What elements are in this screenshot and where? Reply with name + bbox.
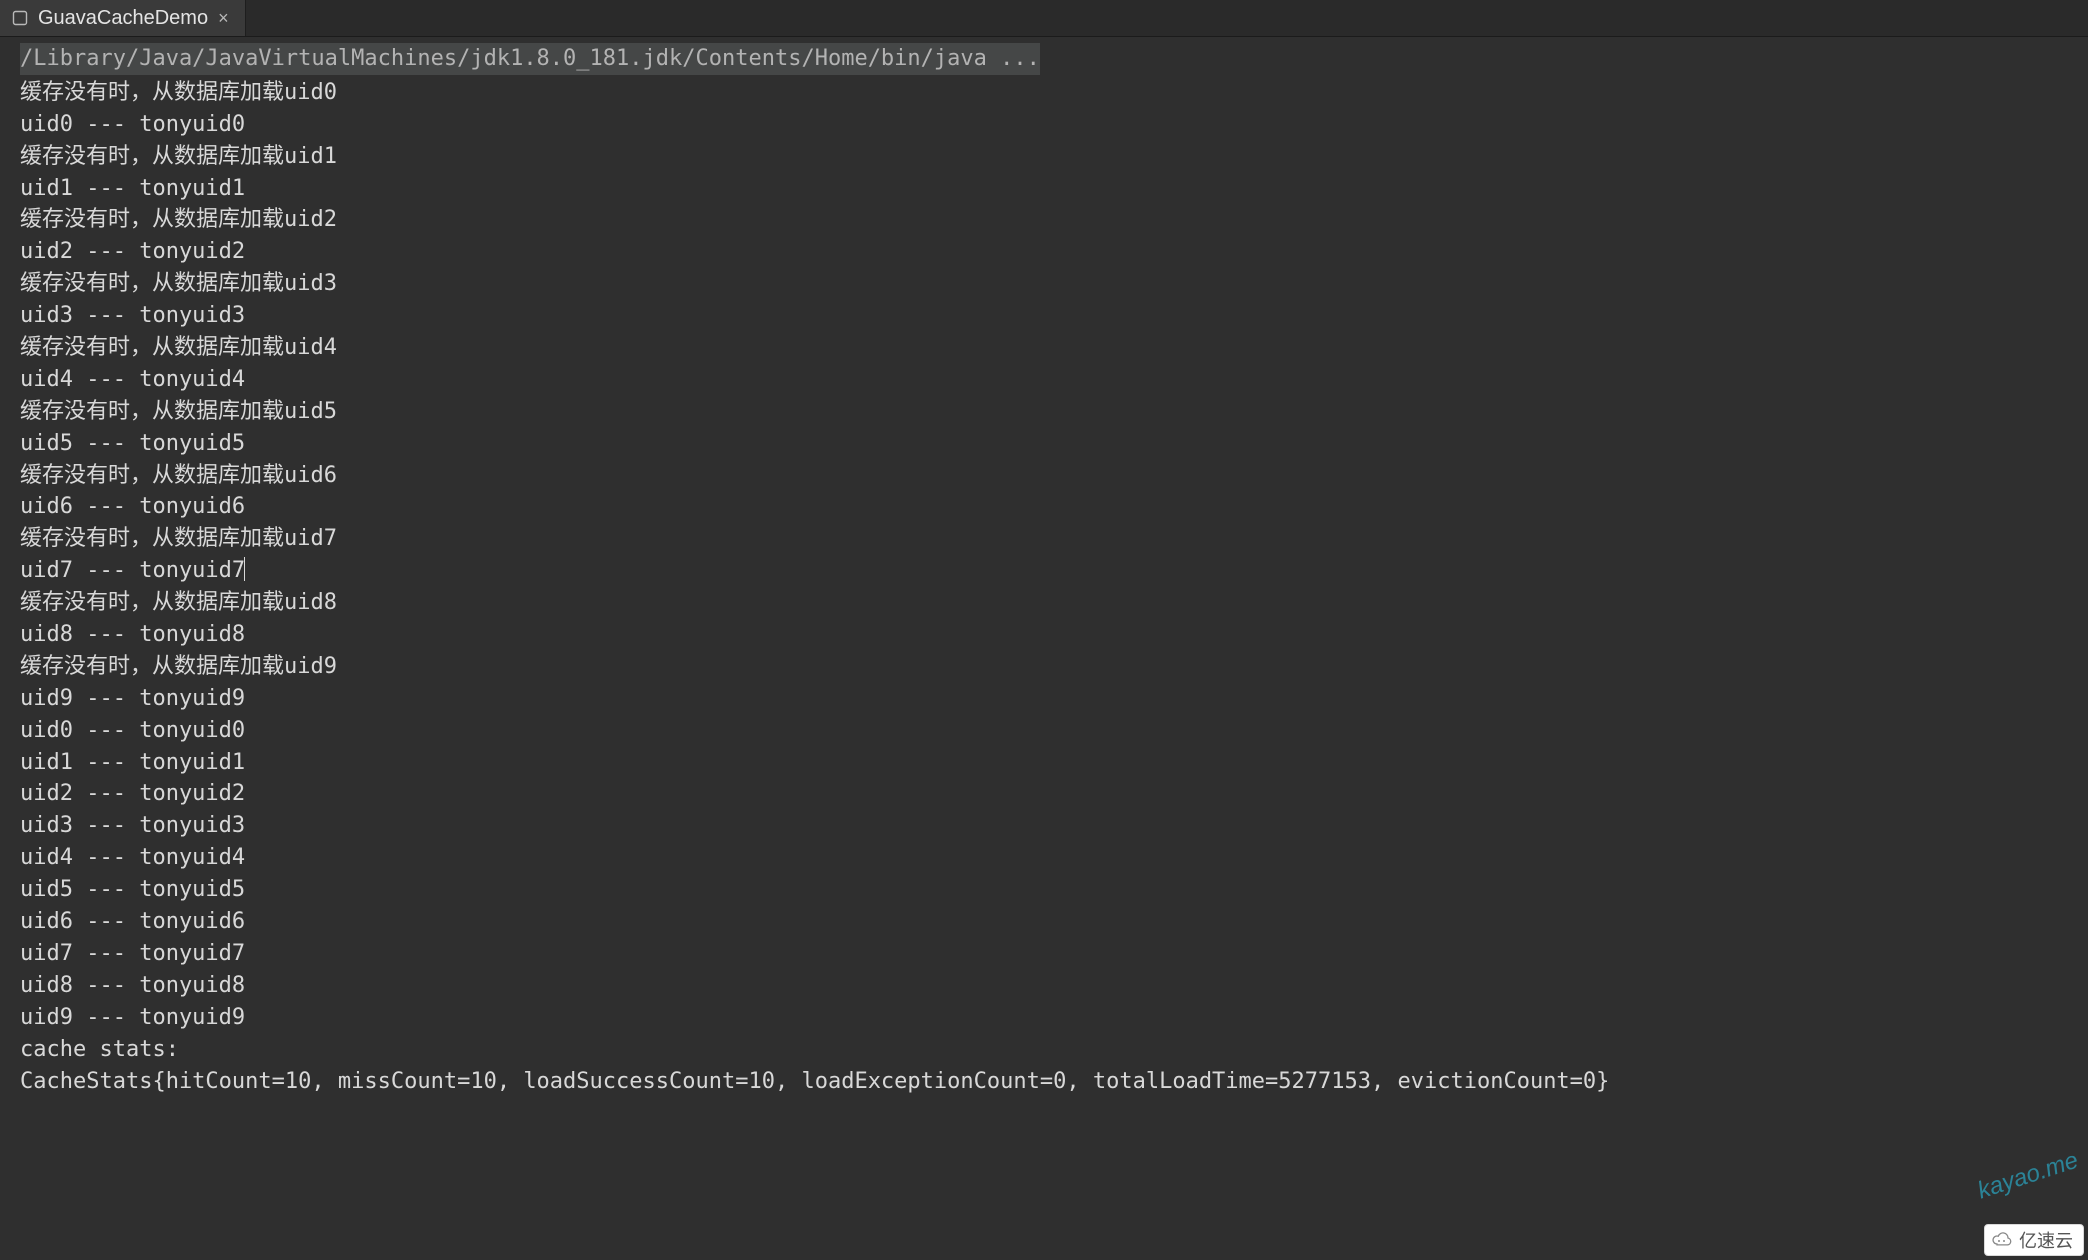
console-line: CacheStats{hitCount=10, missCount=10, lo… xyxy=(0,1066,2088,1098)
watermark-text: kayao.me xyxy=(1974,1147,2082,1206)
console-line: uid4 --- tonyuid4 xyxy=(0,842,2088,874)
console-line: uid5 --- tonyuid5 xyxy=(0,874,2088,906)
console-line: uid8 --- tonyuid8 xyxy=(0,970,2088,1002)
console-line: uid9 --- tonyuid9 xyxy=(0,1002,2088,1034)
brand-text: 亿速云 xyxy=(2019,1227,2073,1253)
brand-badge: 亿速云 xyxy=(1984,1224,2084,1256)
console-line: uid8 --- tonyuid8 xyxy=(0,619,2088,651)
cloud-icon xyxy=(1991,1232,2013,1248)
console-line: 缓存没有时，从数据库加载uid9 xyxy=(0,651,2088,683)
console-line: cache stats: xyxy=(0,1034,2088,1066)
tab-guavacachedemo[interactable]: GuavaCacheDemo × xyxy=(0,0,246,36)
console-line: uid2 --- tonyuid2 xyxy=(0,236,2088,268)
run-config-icon xyxy=(12,10,28,26)
tab-close-button[interactable]: × xyxy=(218,9,229,27)
console-line: 缓存没有时，从数据库加载uid4 xyxy=(0,332,2088,364)
console-line: 缓存没有时，从数据库加载uid1 xyxy=(0,141,2088,173)
console-line: 缓存没有时，从数据库加载uid7 xyxy=(0,523,2088,555)
console-line: uid7 --- tonyuid7 xyxy=(0,938,2088,970)
console-line: uid1 --- tonyuid1 xyxy=(0,747,2088,779)
console-line: uid5 --- tonyuid5 xyxy=(0,428,2088,460)
console-line: uid0 --- tonyuid0 xyxy=(0,109,2088,141)
console-line: uid0 --- tonyuid0 xyxy=(0,715,2088,747)
console-line: uid3 --- tonyuid3 xyxy=(0,810,2088,842)
console-line: uid6 --- tonyuid6 xyxy=(0,491,2088,523)
console-line: 缓存没有时，从数据库加载uid5 xyxy=(0,396,2088,428)
console-line: uid3 --- tonyuid3 xyxy=(0,300,2088,332)
command-text: /Library/Java/JavaVirtualMachines/jdk1.8… xyxy=(20,43,1040,75)
console-line: 缓存没有时，从数据库加载uid2 xyxy=(0,204,2088,236)
console-line: 缓存没有时，从数据库加载uid8 xyxy=(0,587,2088,619)
tab-bar: GuavaCacheDemo × xyxy=(0,0,2088,37)
console-line: 缓存没有时，从数据库加载uid3 xyxy=(0,268,2088,300)
console-line: uid2 --- tonyuid2 xyxy=(0,778,2088,810)
console-line: uid4 --- tonyuid4 xyxy=(0,364,2088,396)
tab-title: GuavaCacheDemo xyxy=(38,7,208,30)
console-line: uid7 --- tonyuid7 xyxy=(0,555,2088,587)
console-line: 缓存没有时，从数据库加载uid0 xyxy=(0,77,2088,109)
console-line: uid9 --- tonyuid9 xyxy=(0,683,2088,715)
console-line: uid6 --- tonyuid6 xyxy=(0,906,2088,938)
console-command-line: /Library/Java/JavaVirtualMachines/jdk1.8… xyxy=(0,43,2088,75)
console-output[interactable]: /Library/Java/JavaVirtualMachines/jdk1.8… xyxy=(0,37,2088,1097)
console-line: uid1 --- tonyuid1 xyxy=(0,173,2088,205)
console-line: 缓存没有时，从数据库加载uid6 xyxy=(0,460,2088,492)
